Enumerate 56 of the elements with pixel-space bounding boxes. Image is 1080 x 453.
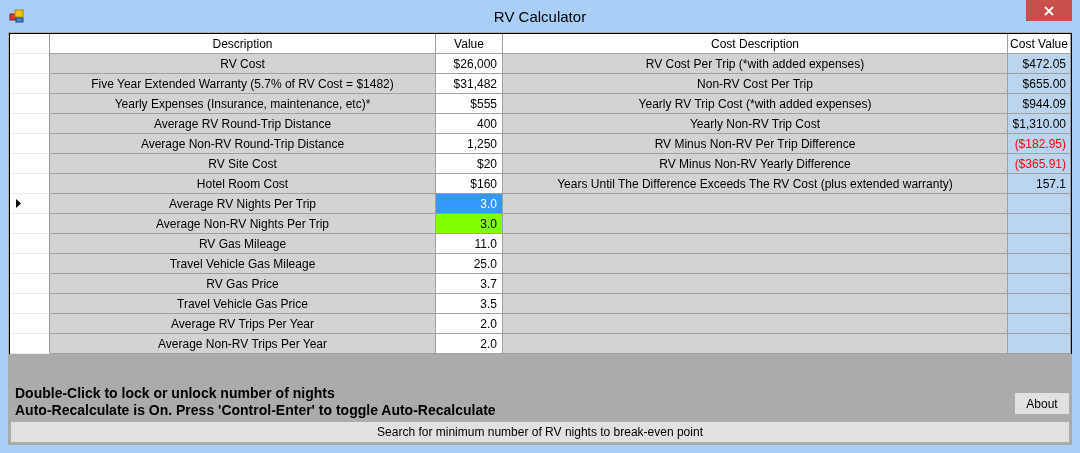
table-cell: Hotel Room Cost [50,174,436,194]
column-header[interactable]: Cost Description [503,34,1008,54]
value-cell[interactable]: 3.0 [436,214,503,234]
table-cell: Average Non-RV Round-Trip Distance [50,134,436,154]
about-button[interactable]: About [1014,392,1070,415]
column-header[interactable]: Cost Value [1008,34,1071,54]
value-cell[interactable]: $160 [436,174,503,194]
table-cell: Five Year Extended Warranty (5.7% of RV Cost = $1482) [50,74,436,94]
table-cell: RV Gas Mileage [50,234,436,254]
value-cell[interactable]: 3.5 [436,294,503,314]
table-cell: RV Site Cost [50,154,436,174]
table-cell: RV Minus Non-RV Per Trip Difference [503,134,1008,154]
value-cell[interactable]: $26,000 [436,54,503,74]
table-cell: RV Cost Per Trip (*with added expenses) [503,54,1008,74]
value-cell[interactable]: $31,482 [436,74,503,94]
column-header[interactable]: Description [50,34,436,54]
table-cell: Travel Vehicle Gas Price [50,294,436,314]
table-cell: Average RV Trips Per Year [50,314,436,334]
table-cell: Travel Vehicle Gas Mileage [50,254,436,274]
instruction-text: Double-Click to lock or unlock number of nights [15,385,336,402]
table-cell: Yearly Non-RV Trip Cost [503,114,1008,134]
window-title: RV Calculator [493,7,587,25]
table-cell: $655.00 [1008,74,1071,94]
value-cell[interactable]: 3.7 [436,274,503,294]
value-cell[interactable]: $20 [436,154,503,174]
table-cell: $472.05 [1008,54,1071,74]
value-cell[interactable]: $555 [436,94,503,114]
table-cell: Average RV Nights Per Trip [50,194,436,214]
app-icon [9,8,25,24]
value-cell[interactable]: 400 [436,114,503,134]
close-button[interactable] [1026,0,1072,21]
table-cell: Average Non-RV Trips Per Year [50,334,436,354]
table-cell: Non-RV Cost Per Trip [503,74,1008,94]
search-button[interactable]: Search for minimum number of RV nights to break-even point [10,421,1070,443]
table-cell: RV Minus Non-RV Yearly Difference [503,154,1008,174]
column-header[interactable]: Value [436,34,503,54]
table-cell: 157.1 [1008,174,1071,194]
table-cell: $1,310.00 [1008,114,1071,134]
table-cell: Years Until The Difference Exceeds The RV Cost (plus extended warranty) [503,174,1008,194]
instruction-text: Auto-Recalculate is On. Press 'Control-Enter' to toggle Auto-Recalculate [15,402,496,419]
table-cell: Average Non-RV Nights Per Trip [50,214,436,234]
value-cell[interactable]: 11.0 [436,234,503,254]
value-cell[interactable]: 2.0 [436,334,503,354]
table-cell: Average RV Round-Trip Distance [50,114,436,134]
value-cell[interactable]: 1,250 [436,134,503,154]
table-cell: ($365.91) [1008,154,1071,174]
table-cell: Yearly Expenses (Insurance, maintenance, etc)* [50,94,436,114]
value-cell[interactable]: 25.0 [436,254,503,274]
table-cell: ($182.95) [1008,134,1071,154]
row-header[interactable] [10,194,50,214]
table-cell: RV Cost [50,54,436,74]
close-icon [1044,5,1054,16]
value-cell[interactable]: 2.0 [436,314,503,334]
table-cell: Yearly RV Trip Cost (*with added expenses) [503,94,1008,114]
table-cell: RV Gas Price [50,274,436,294]
table-cell: $944.09 [1008,94,1071,114]
